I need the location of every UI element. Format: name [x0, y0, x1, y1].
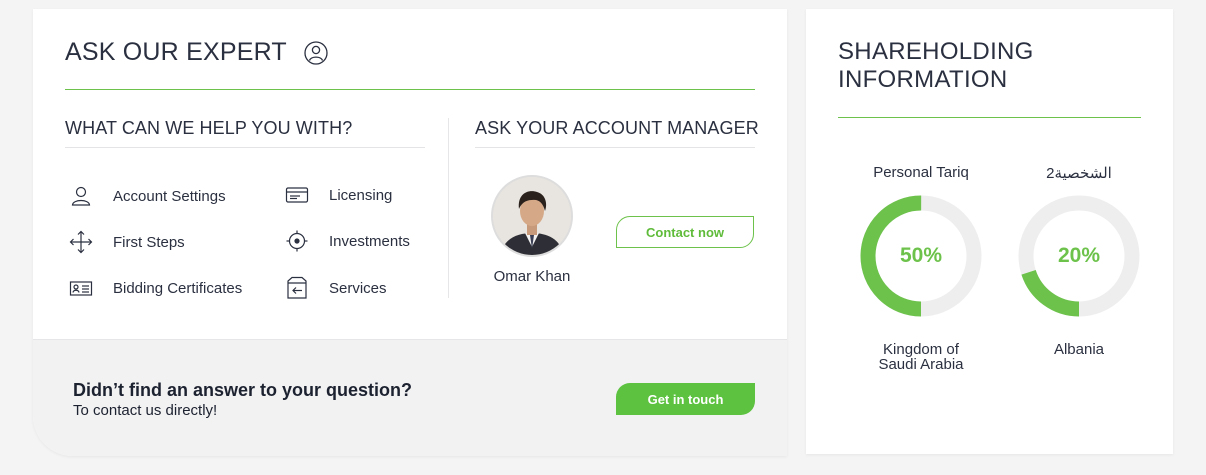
country-line: Albania — [1053, 341, 1105, 358]
country-label: Albania — [1009, 342, 1149, 357]
contact-now-button[interactable]: Contact now — [616, 216, 754, 248]
help-item-services[interactable]: Services — [285, 276, 387, 300]
help-item-label: Investments — [329, 232, 410, 250]
share-donut: 50% — [859, 194, 983, 318]
user-icon — [69, 184, 93, 208]
help-item-first-steps[interactable]: First Steps — [69, 230, 185, 254]
help-item-investments[interactable]: Investments — [285, 229, 410, 253]
manager-divider — [475, 147, 755, 148]
card-icon — [285, 183, 309, 207]
help-item-bidding-certificates[interactable]: Bidding Certificates — [69, 276, 242, 300]
share-percent: 50% — [899, 244, 943, 267]
get-in-touch-button[interactable]: Get in touch — [616, 383, 755, 415]
shareholding-item-2: الشخصية2 20% Albania — [1009, 164, 1149, 357]
share-percent: 20% — [1057, 244, 1101, 267]
shareholding-item-1: Personal Tariq 50% Kingdom of Saudi Arab… — [851, 164, 991, 372]
title-divider — [65, 89, 755, 90]
help-item-label: Account Settings — [113, 187, 226, 205]
country-line: Saudi Arabia — [878, 356, 964, 373]
help-item-label: First Steps — [113, 233, 185, 251]
help-divider — [65, 147, 425, 148]
shareholding-divider — [838, 117, 1141, 118]
ask-expert-card: ASK OUR EXPERT WHAT CAN WE HELP YOU WITH… — [33, 9, 787, 456]
footer-heading: Didn’t find an answer to your question? — [73, 380, 413, 400]
help-item-licensing[interactable]: Licensing — [285, 183, 392, 207]
manager-heading: ASK YOUR ACCOUNT MANAGER — [475, 118, 759, 138]
share-donut: 20% — [1017, 194, 1141, 318]
ask-expert-title: ASK OUR EXPERT — [65, 38, 287, 66]
avatar — [491, 175, 573, 257]
move-arrows-icon — [69, 230, 93, 254]
help-item-label: Licensing — [329, 186, 393, 204]
country-label: Kingdom of Saudi Arabia — [851, 342, 991, 372]
id-card-icon — [69, 276, 93, 300]
shareholding-card: SHAREHOLDING INFORMATION Personal Tariq … — [806, 9, 1173, 454]
target-icon — [285, 229, 309, 253]
ask-expert-header: ASK OUR EXPERT — [65, 38, 328, 67]
shareholding-title-line1: SHAREHOLDING — [838, 38, 1034, 65]
manager-name: Omar Khan — [493, 268, 571, 285]
help-heading: WHAT CAN WE HELP YOU WITH? — [65, 118, 353, 138]
column-divider — [448, 118, 449, 298]
user-circle-icon — [304, 40, 328, 65]
shareholder-label: الشخصية2 — [1046, 165, 1112, 182]
footer-subtext: To contact us directly! — [73, 402, 218, 419]
contact-footer: Didn’t find an answer to your question? … — [33, 339, 787, 456]
help-item-label: Services — [329, 279, 387, 297]
shareholder-label: Personal Tariq — [873, 164, 969, 181]
help-item-label: Bidding Certificates — [113, 279, 243, 297]
exit-icon — [285, 276, 309, 300]
shareholding-title-line2: INFORMATION — [838, 66, 1008, 93]
help-item-account-settings[interactable]: Account Settings — [69, 184, 226, 208]
country-line: Kingdom of — [883, 341, 959, 358]
shareholding-title: SHAREHOLDING INFORMATION — [838, 38, 1034, 94]
